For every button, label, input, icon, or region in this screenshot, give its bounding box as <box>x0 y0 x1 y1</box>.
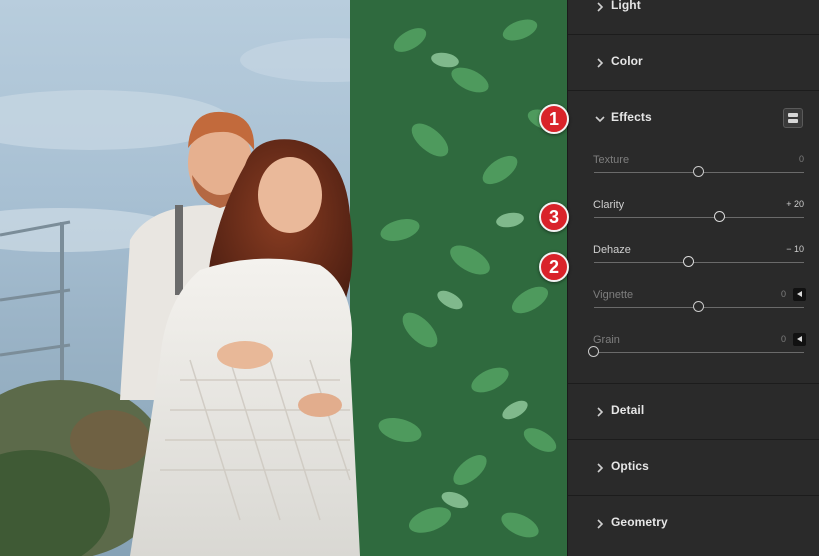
vignette-slider: Vignette 0 <box>568 288 819 329</box>
vignette-value[interactable]: 0 <box>781 289 786 299</box>
photo-image <box>0 0 567 556</box>
vignette-knob[interactable] <box>693 301 704 312</box>
section-optics-header[interactable]: Optics <box>568 440 819 496</box>
edit-panel: Light Color Effects Texture 0 Clarity + … <box>567 0 819 556</box>
dehaze-label: Dehaze <box>593 244 631 256</box>
dehaze-value[interactable]: − 10 <box>786 244 804 254</box>
grain-label: Grain <box>593 334 620 346</box>
chevron-right-icon <box>597 58 604 68</box>
section-light-label: Light <box>611 0 641 12</box>
section-color: Color <box>568 35 819 91</box>
chevron-right-icon <box>597 519 604 529</box>
triangle-left-icon[interactable] <box>793 288 806 301</box>
callout-badge-3: 3 <box>539 202 569 232</box>
grain-knob[interactable] <box>588 346 599 357</box>
section-detail: Detail <box>568 384 819 440</box>
chevron-right-icon <box>597 2 604 12</box>
dehaze-track[interactable] <box>594 262 804 263</box>
texture-label: Texture <box>593 154 630 166</box>
section-effects-header[interactable]: Effects <box>568 91 819 147</box>
section-optics-label: Optics <box>611 459 649 473</box>
vignette-label: Vignette <box>593 289 634 301</box>
section-effects: Effects Texture 0 Clarity + 20 Dehaze − … <box>568 91 819 384</box>
section-detail-label: Detail <box>611 403 645 417</box>
section-light: Light <box>568 0 819 35</box>
section-geometry-label: Geometry <box>611 515 668 529</box>
dehaze-knob[interactable] <box>682 256 694 267</box>
section-geometry: Geometry <box>568 496 819 556</box>
dehaze-slider: Dehaze − 10 <box>568 244 819 284</box>
chevron-right-icon <box>597 407 604 417</box>
chevron-right-icon <box>597 463 604 473</box>
clarity-knob[interactable] <box>714 211 725 222</box>
section-optics: Optics <box>568 440 819 496</box>
split-view-icon[interactable] <box>783 108 803 128</box>
callout-badge-1: 1 <box>539 104 569 134</box>
callout-badge-2: 2 <box>539 252 569 282</box>
clarity-track[interactable] <box>594 217 804 218</box>
clarity-label: Clarity <box>593 199 625 211</box>
texture-knob[interactable] <box>693 166 704 177</box>
section-geometry-header[interactable]: Geometry <box>568 496 819 552</box>
photo-canvas[interactable] <box>0 0 567 556</box>
grain-slider: Grain 0 <box>568 333 819 374</box>
grain-value[interactable]: 0 <box>781 334 786 344</box>
texture-value[interactable]: 0 <box>799 154 804 164</box>
section-effects-label: Effects <box>611 110 652 124</box>
texture-slider: Texture 0 <box>568 154 819 194</box>
section-light-header[interactable]: Light <box>568 0 819 35</box>
grain-track[interactable] <box>594 352 804 353</box>
section-color-label: Color <box>611 54 643 68</box>
chevron-down-icon <box>595 116 605 123</box>
section-color-header[interactable]: Color <box>568 35 819 91</box>
clarity-slider: Clarity + 20 <box>568 199 819 239</box>
clarity-value[interactable]: + 20 <box>786 199 804 209</box>
triangle-left-icon[interactable] <box>793 333 806 346</box>
section-detail-header[interactable]: Detail <box>568 384 819 440</box>
